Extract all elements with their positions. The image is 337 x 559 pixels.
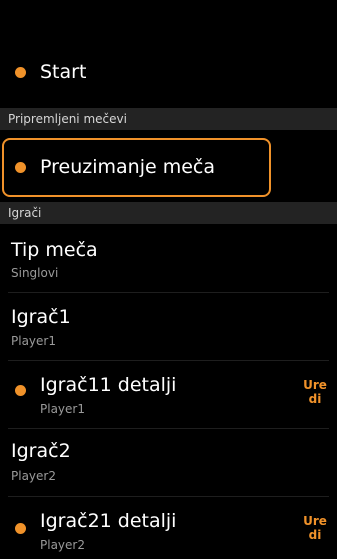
player21-details-value: Player2	[40, 538, 85, 552]
player11-details-title: Igrač11 detalji	[40, 374, 177, 396]
edit-button[interactable]: Uredi	[300, 378, 330, 406]
player2-value: Player2	[11, 469, 56, 483]
player1-item[interactable]: Igrač1 Player1	[0, 294, 337, 358]
section-header-label: Pripremljeni mečevi	[8, 112, 127, 126]
match-type-title: Tip meča	[11, 239, 98, 261]
player2-title: Igrač2	[11, 440, 71, 462]
match-type-item[interactable]: Tip meča Singlovi	[0, 226, 337, 290]
player21-details-item[interactable]: Igrač21 detalji Player2 Uredi	[0, 498, 337, 559]
download-match-item[interactable]: Preuzimanje meča	[0, 140, 337, 196]
list-divider	[8, 496, 329, 497]
download-match-label: Preuzimanje meča	[40, 156, 215, 178]
section-header-label: Igrači	[8, 206, 42, 220]
start-item[interactable]: Start	[0, 50, 337, 100]
status-dot-icon	[15, 162, 26, 173]
player1-value: Player1	[11, 334, 56, 348]
section-header-players: Igrači	[0, 202, 337, 224]
player11-details-item[interactable]: Igrač11 detalji Player1 Uredi	[0, 362, 337, 426]
match-type-value: Singlovi	[11, 266, 59, 280]
edit-button[interactable]: Uredi	[300, 514, 330, 542]
player21-details-title: Igrač21 detalji	[40, 510, 177, 532]
status-dot-icon	[15, 385, 26, 396]
player11-details-value: Player1	[40, 402, 85, 416]
player1-title: Igrač1	[11, 306, 71, 328]
status-dot-icon	[15, 67, 26, 78]
list-divider	[8, 292, 329, 293]
start-label: Start	[40, 61, 87, 83]
status-dot-icon	[15, 523, 26, 534]
section-header-prepared-matches: Pripremljeni mečevi	[0, 108, 337, 130]
settings-screen: Start Pripremljeni mečevi Preuzimanje me…	[0, 0, 337, 559]
player2-item[interactable]: Igrač2 Player2	[0, 430, 337, 494]
list-divider	[8, 360, 329, 361]
list-divider	[8, 428, 329, 429]
